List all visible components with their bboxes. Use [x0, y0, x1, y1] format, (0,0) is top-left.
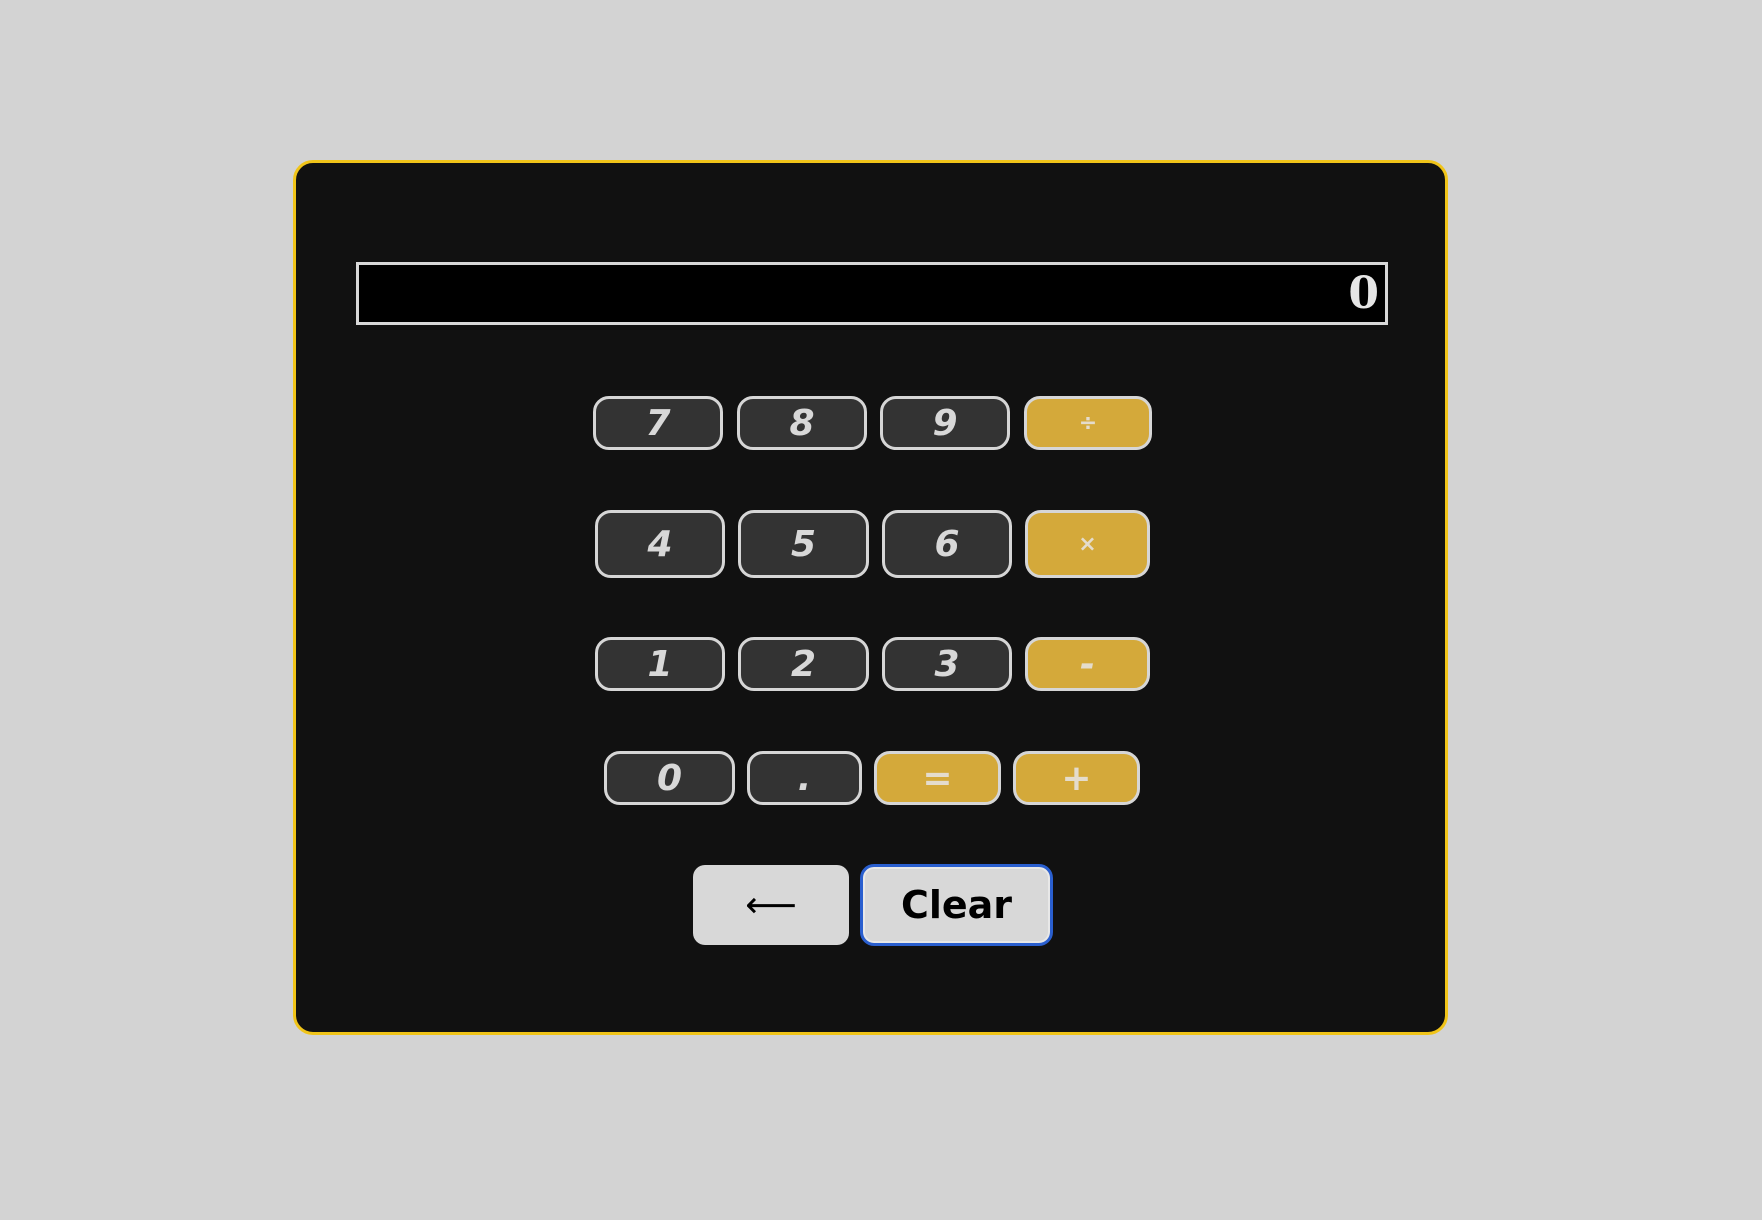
backspace-button[interactable]: ⟵ — [693, 865, 849, 945]
key-9[interactable]: 9 — [880, 396, 1010, 450]
key-1[interactable]: 1 — [595, 637, 725, 691]
key-6[interactable]: 6 — [882, 510, 1012, 578]
key-subtract[interactable]: - — [1025, 637, 1150, 691]
key-2[interactable]: 2 — [738, 637, 869, 691]
clear-button[interactable]: Clear — [860, 864, 1053, 946]
key-equals[interactable]: = — [874, 751, 1001, 805]
key-divide[interactable]: ÷ — [1024, 396, 1152, 450]
key-7[interactable]: 7 — [593, 396, 723, 450]
key-8[interactable]: 8 — [737, 396, 867, 450]
key-4[interactable]: 4 — [595, 510, 725, 578]
left-arrow-icon: ⟵ — [745, 884, 797, 926]
key-add[interactable]: + — [1013, 751, 1140, 805]
key-decimal[interactable]: . — [747, 751, 862, 805]
key-0[interactable]: 0 — [604, 751, 735, 805]
key-5[interactable]: 5 — [738, 510, 869, 578]
key-3[interactable]: 3 — [882, 637, 1012, 691]
key-multiply[interactable]: × — [1025, 510, 1150, 578]
calculator-display: 0 — [356, 262, 1388, 325]
